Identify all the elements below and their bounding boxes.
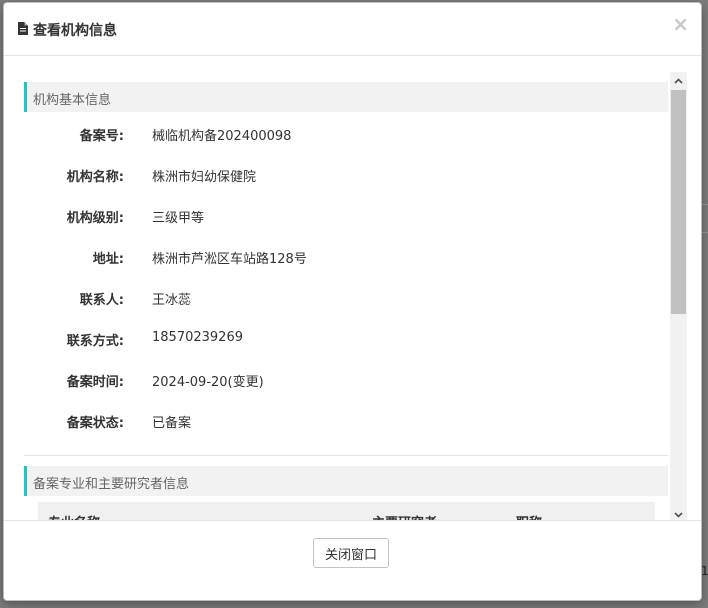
field-value: 株洲市芦淞区车站路128号 xyxy=(152,252,307,267)
field-value: 18570239269 xyxy=(152,330,243,345)
chevron-down-icon[interactable] xyxy=(670,507,687,520)
field-label: 联系方式: xyxy=(66,334,124,349)
field-label: 机构名称: xyxy=(66,170,124,185)
dialog-footer: 关闭窗口 xyxy=(4,520,701,600)
dialog-title: 查看机构信息 xyxy=(33,23,117,39)
field-value: 株洲市妇幼保健院 xyxy=(152,170,257,185)
close-window-button[interactable]: 关闭窗口 xyxy=(313,538,389,568)
specialty-table-header: 专业名称 主要研究者 职称 xyxy=(38,502,655,520)
document-icon xyxy=(18,22,28,35)
field-row-contact-phone: 联系方式: 18570239269 xyxy=(24,330,664,350)
section-header-basic-info: 机构基本信息 xyxy=(24,82,668,112)
section-header-specialties: 备案专业和主要研究者信息 xyxy=(24,466,668,496)
vertical-scrollbar[interactable] xyxy=(670,72,687,520)
field-value: 三级甲等 xyxy=(152,211,205,226)
field-row-institution-level: 机构级别: 三级甲等 xyxy=(24,207,664,227)
field-value: 王冰蕊 xyxy=(152,293,192,308)
field-label: 备案状态: xyxy=(66,416,124,431)
field-row-institution-name: 机构名称: 株洲市妇幼保健院 xyxy=(24,166,664,186)
scroll-content: 机构基本信息 备案号: 械临机构备202400098 机构名称: 株洲市妇幼保健… xyxy=(24,56,668,520)
dialog-header: 查看机构信息 × xyxy=(4,3,701,56)
scrollbar-thumb[interactable] xyxy=(671,90,686,314)
section-title: 机构基本信息 xyxy=(33,93,112,108)
field-row-filing-date: 备案时间: 2024-09-20(变更) xyxy=(24,371,664,391)
column-header-investigator: 主要研究者 xyxy=(372,512,437,520)
chevron-up-icon[interactable] xyxy=(670,73,687,89)
field-row-address: 地址: 株洲市芦淞区车站路128号 xyxy=(24,248,664,268)
section-divider xyxy=(24,455,668,456)
field-row-contact-person: 联系人: 王冰蕊 xyxy=(24,289,664,309)
field-label: 联系人: xyxy=(79,293,124,308)
column-header-specialty: 专业名称 xyxy=(48,512,100,520)
field-value: 2024-09-20(变更) xyxy=(152,375,264,390)
field-label: 备案号: xyxy=(79,129,124,144)
close-icon[interactable]: × xyxy=(672,14,689,34)
background-text: 1 xyxy=(701,564,708,578)
column-header-title: 职称 xyxy=(516,512,542,520)
field-row-filing-status: 备案状态: 已备案 xyxy=(24,412,664,432)
field-value: 械临机构备202400098 xyxy=(152,129,292,144)
institution-info-dialog: 查看机构信息 × 机构基本信息 备案号: 械临机构备202400098 机构名称… xyxy=(3,2,702,601)
field-row-filing-number: 备案号: 械临机构备202400098 xyxy=(24,125,664,145)
field-label: 备案时间: xyxy=(66,375,124,390)
field-value: 已备案 xyxy=(152,416,192,431)
field-label: 地址: xyxy=(92,252,124,267)
section-title: 备案专业和主要研究者信息 xyxy=(33,477,190,492)
dialog-body[interactable]: 机构基本信息 备案号: 械临机构备202400098 机构名称: 株洲市妇幼保健… xyxy=(4,56,701,520)
field-label: 机构级别: xyxy=(66,211,124,226)
